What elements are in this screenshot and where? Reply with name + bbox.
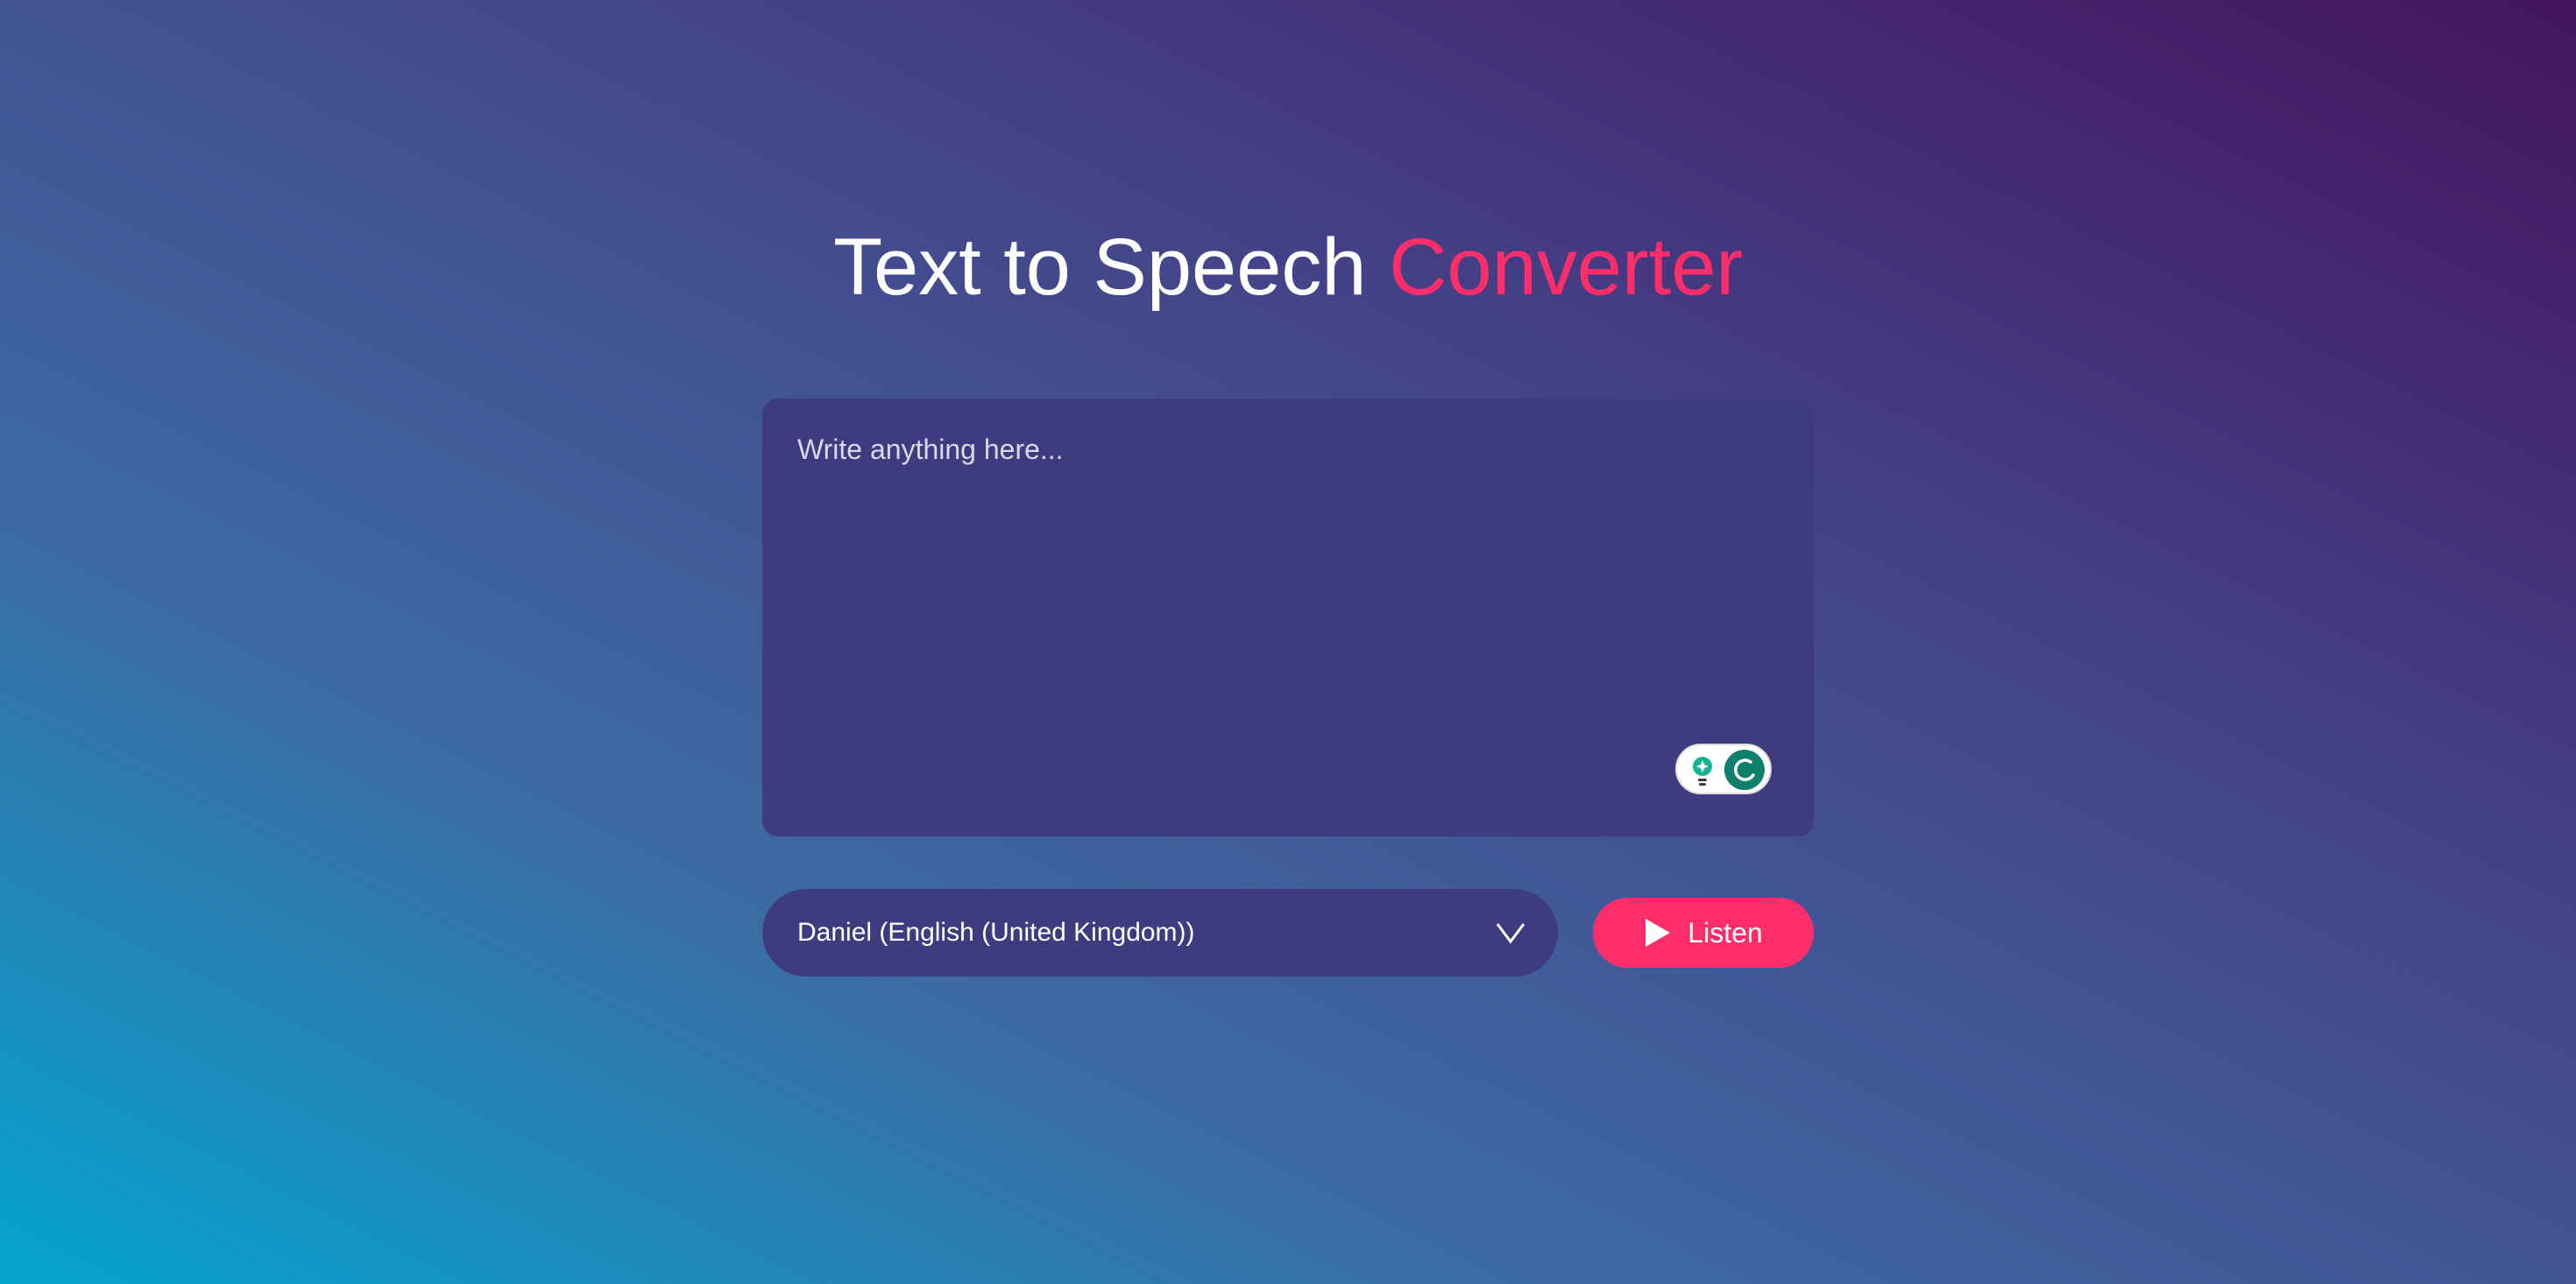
listen-button-label: Listen (1688, 916, 1763, 949)
play-icon (1645, 919, 1671, 947)
chevron-down-icon (1496, 923, 1525, 944)
page-title: Text to Speech Converter (0, 215, 2576, 320)
grammar-assistant-icon[interactable] (1724, 750, 1765, 790)
grammar-assistant-widget[interactable] (1675, 744, 1772, 794)
voice-select-value: Daniel (English (United Kingdom)) (797, 918, 1195, 947)
listen-button[interactable]: Listen (1593, 898, 1814, 968)
title-main: Text to Speech (832, 222, 1390, 312)
voice-select[interactable]: Daniel (English (United Kingdom)) (762, 889, 1558, 977)
text-editor-panel (762, 399, 1814, 836)
title-accent: Converter (1389, 222, 1744, 312)
lightbulb-icon[interactable] (1689, 755, 1716, 787)
controls-row: Daniel (English (United Kingdom)) Listen (762, 889, 1814, 977)
text-input[interactable] (762, 399, 1814, 836)
app-container: Text to Speech Converter Daniel (English… (0, 0, 2576, 1284)
